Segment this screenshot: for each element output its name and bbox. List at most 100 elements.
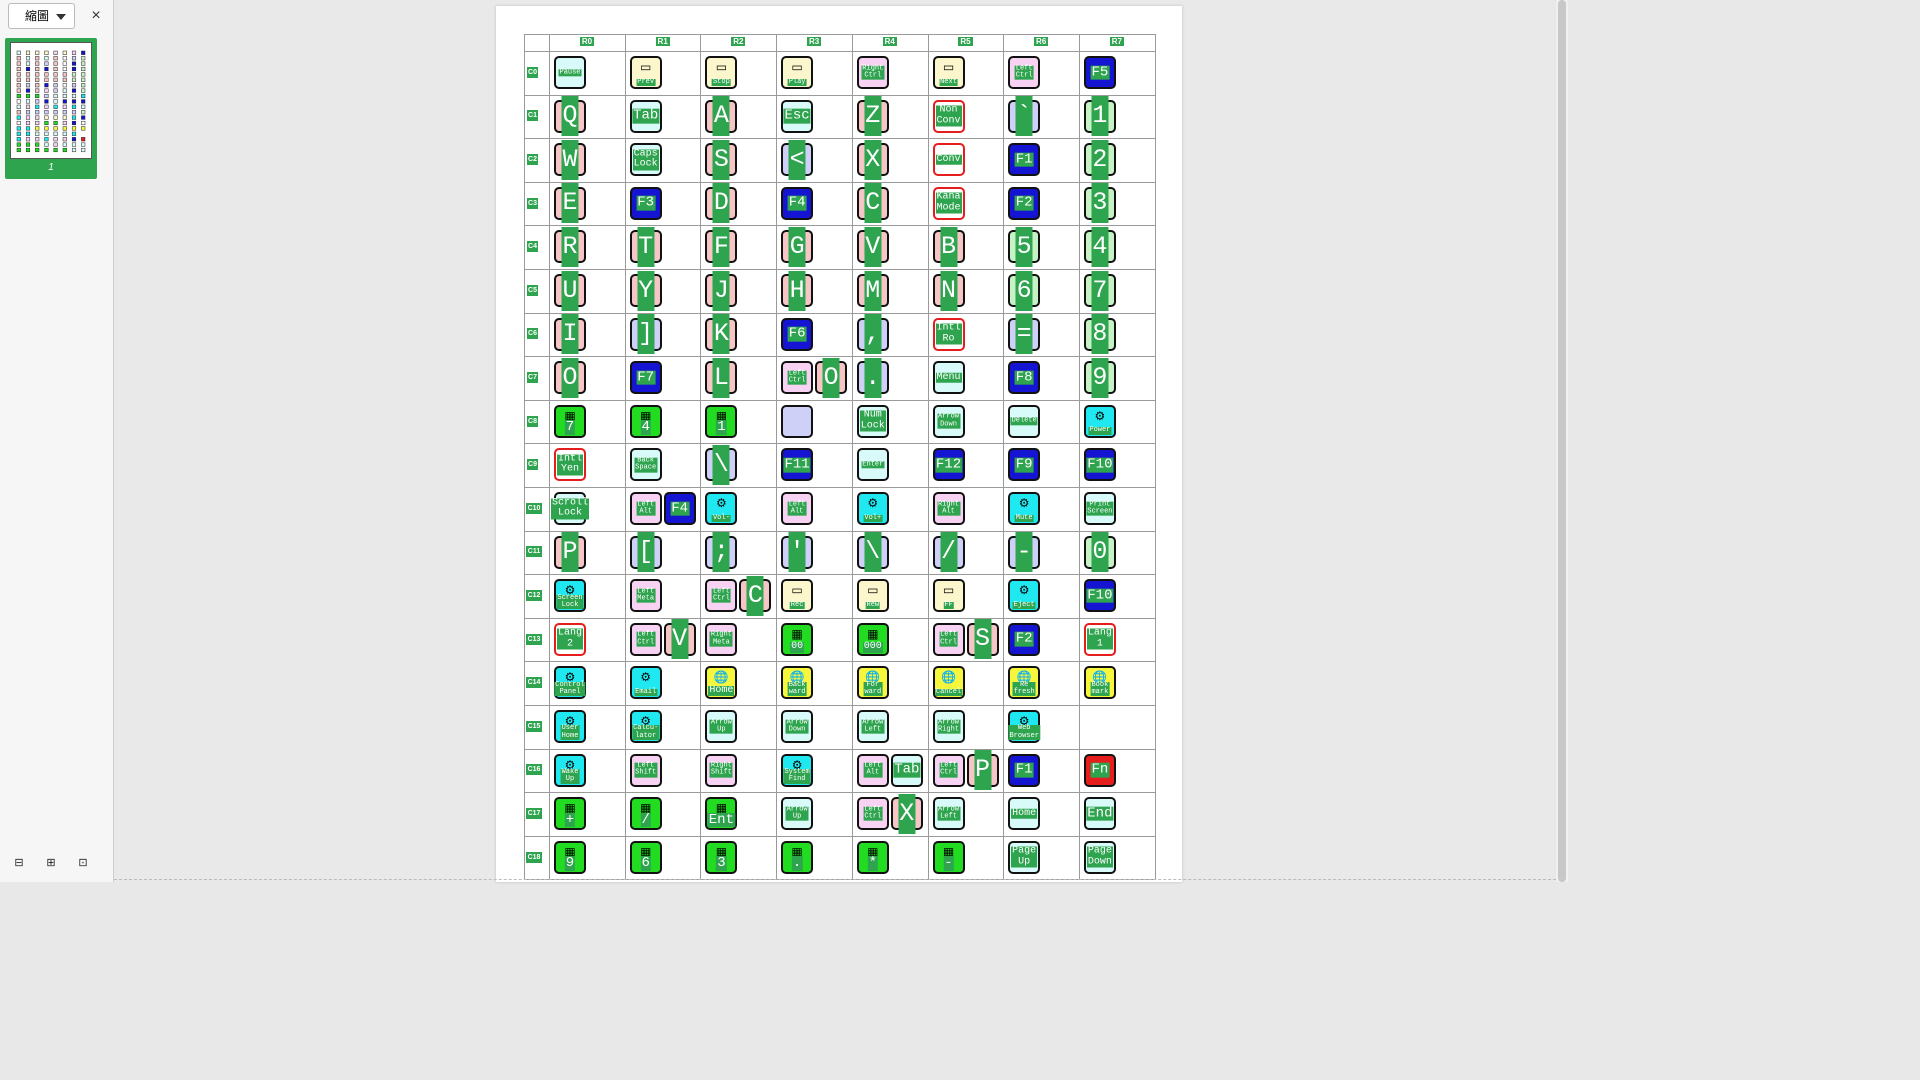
combo-key[interactable]: Tab — [890, 753, 923, 787]
key-cap[interactable]: ⚙ Eject — [1008, 579, 1041, 613]
key-cap[interactable]: Y — [629, 270, 662, 311]
vertical-scrollbar[interactable] — [1556, 0, 1568, 882]
key-cap[interactable]: Q — [554, 96, 586, 137]
combo-key[interactable]: F4 — [663, 492, 696, 525]
page-thumbnail-selected[interactable]: 1 — [5, 38, 97, 179]
key-cap[interactable]: ▭ FF — [932, 579, 965, 613]
key-cap[interactable]: K — [705, 314, 738, 355]
key-cap[interactable]: ▦ - — [932, 840, 965, 874]
key-cap[interactable]: Home — [1008, 797, 1041, 831]
key-cap[interactable]: ⚙ Screen Lock — [554, 579, 586, 613]
key-cap[interactable]: ▦ 6 — [629, 840, 662, 874]
key-cap[interactable]: 7 — [1083, 270, 1116, 311]
key-cap[interactable]: ▦ 000 — [856, 622, 889, 656]
key-cap[interactable]: Num Lock — [856, 404, 889, 438]
key-cap[interactable]: H — [781, 270, 814, 311]
key-cap[interactable]: F10 — [1083, 448, 1116, 482]
key-cap[interactable]: 3 — [1083, 183, 1116, 224]
combo-key[interactable]: C — [739, 575, 772, 616]
key-cap[interactable]: P — [554, 532, 586, 573]
combo-key[interactable]: O — [815, 357, 848, 398]
key-cap[interactable]: D — [705, 183, 738, 224]
key-cap[interactable]: ⚙ Vol+ — [856, 492, 889, 525]
key-cap[interactable]: 6 — [1008, 270, 1041, 311]
key-cap[interactable]: Left Ctrl — [1008, 56, 1041, 89]
key-cap[interactable]: 🌐 Book mark — [1083, 666, 1116, 700]
key-cap[interactable]: ▦ 7 — [554, 404, 586, 438]
key-cap[interactable]: Kana Mode — [932, 186, 965, 220]
key-cap[interactable]: N — [932, 270, 965, 311]
collapse-icon[interactable]: ⊟ — [12, 856, 26, 870]
key-cap[interactable]: ▦ 4 — [629, 404, 662, 438]
key-cap[interactable]: ▦. — [781, 840, 814, 874]
key-cap[interactable]: ▦ + — [554, 797, 586, 831]
key-cap[interactable]: Left Alt — [781, 492, 814, 525]
key-cap[interactable]: Page Up — [1008, 840, 1041, 874]
key-cap[interactable]: I — [554, 314, 586, 355]
key-cap[interactable]: Lang 1 — [1083, 622, 1116, 656]
key-cap[interactable]: V — [856, 226, 889, 267]
key-cap[interactable]: ▦ / — [629, 797, 662, 831]
key-cap[interactable]: - — [1008, 532, 1041, 573]
key-cap[interactable]: Left Ctrl — [932, 622, 965, 656]
key-cap[interactable]: ▭ Stop — [705, 56, 738, 89]
key-cap[interactable]: 🌐 For ward — [856, 666, 889, 700]
key-cap[interactable]: Menu — [932, 361, 965, 395]
key-cap[interactable]: F8 — [1008, 361, 1041, 395]
key-cap[interactable]: F9 — [1008, 448, 1041, 482]
key-cap[interactable]: F1 — [1008, 753, 1041, 787]
key-cap[interactable]: Arrow Up — [781, 797, 814, 831]
key-cap[interactable]: ▦ 00 — [781, 622, 814, 656]
key-cap[interactable]: F1 — [1008, 143, 1041, 177]
key-cap[interactable]: F7 — [629, 361, 662, 395]
key-cap[interactable]: F4 — [781, 186, 814, 220]
key-cap[interactable]: ⚙ Web Browser — [1008, 710, 1041, 743]
key-cap[interactable]: 1 — [1083, 96, 1116, 137]
key-cap[interactable]: T — [629, 226, 662, 267]
key-cap[interactable]: Right Meta — [705, 622, 738, 656]
key-cap[interactable]: F2 — [1008, 186, 1041, 220]
key-cap[interactable]: F11 — [781, 448, 814, 482]
key-cap[interactable]: . — [856, 357, 889, 398]
key-cap[interactable]: Enter — [856, 448, 889, 482]
key-cap[interactable]: 8 — [1083, 314, 1116, 355]
key-cap[interactable]: F3 — [629, 186, 662, 220]
key-cap[interactable]: ▭ Rec — [781, 579, 814, 613]
key-cap[interactable]: ▭ Prev — [629, 56, 662, 89]
key-cap[interactable]: Right Ctrl — [856, 56, 889, 89]
key-cap[interactable]: A — [705, 96, 738, 137]
key-cap[interactable]: L — [705, 357, 738, 398]
key-cap[interactable]: Right Alt — [932, 492, 965, 525]
key-cap[interactable] — [781, 404, 814, 438]
key-cap[interactable]: Arrow Right — [932, 710, 965, 743]
key-cap[interactable]: Esc — [781, 99, 814, 133]
key-cap[interactable]: ▭ Play — [781, 56, 814, 89]
key-cap[interactable]: ` — [1008, 96, 1041, 137]
key-cap[interactable]: 5 — [1008, 226, 1041, 267]
key-cap[interactable]: F10 — [1083, 579, 1116, 613]
key-cap[interactable]: ⚙ Control Panel — [554, 666, 586, 700]
key-cap[interactable]: ▦ Ent — [705, 797, 738, 831]
key-cap[interactable]: ▭ Rew — [856, 579, 889, 613]
key-cap[interactable]: \ — [856, 532, 889, 573]
key-cap[interactable]: < — [781, 139, 814, 180]
key-cap[interactable]: Left Ctrl — [629, 622, 662, 656]
key-cap[interactable]: F5 — [1083, 56, 1116, 89]
key-cap[interactable]: S — [705, 139, 738, 180]
key-cap[interactable]: F6 — [781, 317, 814, 351]
key-cap[interactable]: ] — [629, 314, 662, 355]
key-cap[interactable]: R — [554, 226, 586, 267]
key-cap[interactable]: Left Ctrl — [932, 753, 965, 787]
key-cap[interactable]: Right Shift — [705, 753, 738, 787]
key-cap[interactable]: 🌐 Cancel — [932, 666, 965, 700]
key-cap[interactable]: ⚙ Calcu- lator — [629, 710, 662, 743]
key-cap[interactable]: ⚙ Email — [629, 666, 662, 700]
key-cap[interactable]: / — [932, 532, 965, 573]
key-cap[interactable]: 2 — [1083, 139, 1116, 180]
view-mode-select[interactable]: 縮圖 — [8, 3, 75, 29]
key-cap[interactable]: Arrow Down — [932, 404, 965, 438]
key-cap[interactable]: 4 — [1083, 226, 1116, 267]
key-cap[interactable]: Arrow Down — [781, 710, 814, 743]
key-cap[interactable]: Caps Lock — [629, 143, 662, 177]
key-cap[interactable]: C — [856, 183, 889, 224]
